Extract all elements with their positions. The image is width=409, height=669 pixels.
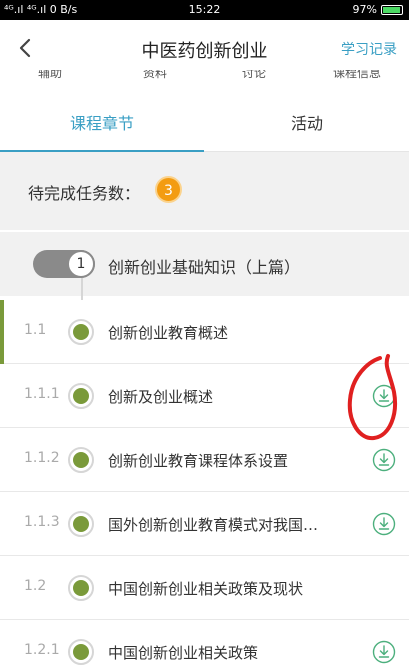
section-row[interactable]: 1.1.3 国外创新创业教育模式对我国… (0, 492, 409, 556)
download-icon[interactable] (372, 448, 396, 472)
chapter-title: 创新创业基础知识（上篇） (108, 258, 301, 277)
timeline-node-icon (68, 575, 94, 601)
pending-count-badge: 3 (155, 176, 182, 203)
subnav-item[interactable]: 辅助 (38, 70, 62, 81)
chapter-number: 1 (67, 250, 95, 278)
tab-activities[interactable]: 活动 (205, 96, 409, 152)
section-row[interactable]: 1.2.1 中国创新创业相关政策 (0, 620, 409, 669)
section-title: 中国创新创业相关政策及现状 (108, 580, 304, 598)
section-title: 国外创新创业教育模式对我国… (108, 516, 319, 534)
timeline-node-icon (68, 511, 94, 537)
timeline-node-icon (68, 319, 94, 345)
section-number: 1.2 (24, 578, 47, 594)
section-number: 1.1.3 (24, 514, 60, 530)
tab-course-chapters[interactable]: 课程章节 (0, 96, 204, 152)
download-icon[interactable] (372, 640, 396, 664)
chevron-left-icon[interactable] (12, 34, 40, 62)
status-bar: ⁴ᴳ.ıl ⁴ᴳ.ıl 0 B/s 15:22 97% (0, 0, 409, 20)
download-icon[interactable] (372, 512, 396, 536)
chapter-toggle[interactable]: 1 (33, 250, 95, 278)
pending-tasks-banner: 待完成任务数： 3 (0, 152, 409, 230)
subnav-item[interactable]: 课程信息 (333, 70, 381, 81)
section-number: 1.2.1 (24, 642, 60, 658)
chapter-header[interactable]: 1 创新创业基础知识（上篇） (0, 232, 409, 296)
section-number: 1.1 (24, 322, 47, 338)
section-number: 1.1.2 (24, 450, 60, 466)
active-section-indicator (0, 300, 4, 364)
tab-bar: 课程章节 活动 (0, 96, 409, 152)
timeline-node-icon (68, 383, 94, 409)
section-row[interactable]: 1.2 中国创新创业相关政策及现状 (0, 556, 409, 620)
section-number: 1.1.1 (24, 386, 60, 402)
sub-nav: 辅助 资料 讨论 课程信息 (0, 70, 409, 88)
study-record-link[interactable]: 学习记录 (341, 39, 397, 59)
subnav-item[interactable]: 讨论 (242, 70, 266, 81)
section-title: 创新创业教育课程体系设置 (108, 452, 289, 470)
battery-icon (381, 4, 403, 15)
timeline-node-icon (68, 447, 94, 473)
section-title: 创新及创业概述 (108, 388, 214, 406)
battery-percent: 97% (352, 3, 377, 16)
nav-bar: 中医药创新创业 学习记录 (0, 20, 409, 76)
section-title: 中国创新创业相关政策 (108, 644, 259, 662)
section-title: 创新创业教育概述 (108, 324, 229, 342)
red-annotation-circle (347, 354, 397, 441)
pending-tasks-label: 待完成任务数： (28, 184, 141, 203)
subnav-item[interactable]: 资料 (143, 70, 167, 81)
clock: 15:22 (188, 3, 221, 16)
timeline-node-icon (68, 639, 94, 665)
status-right: 97% (353, 3, 403, 16)
